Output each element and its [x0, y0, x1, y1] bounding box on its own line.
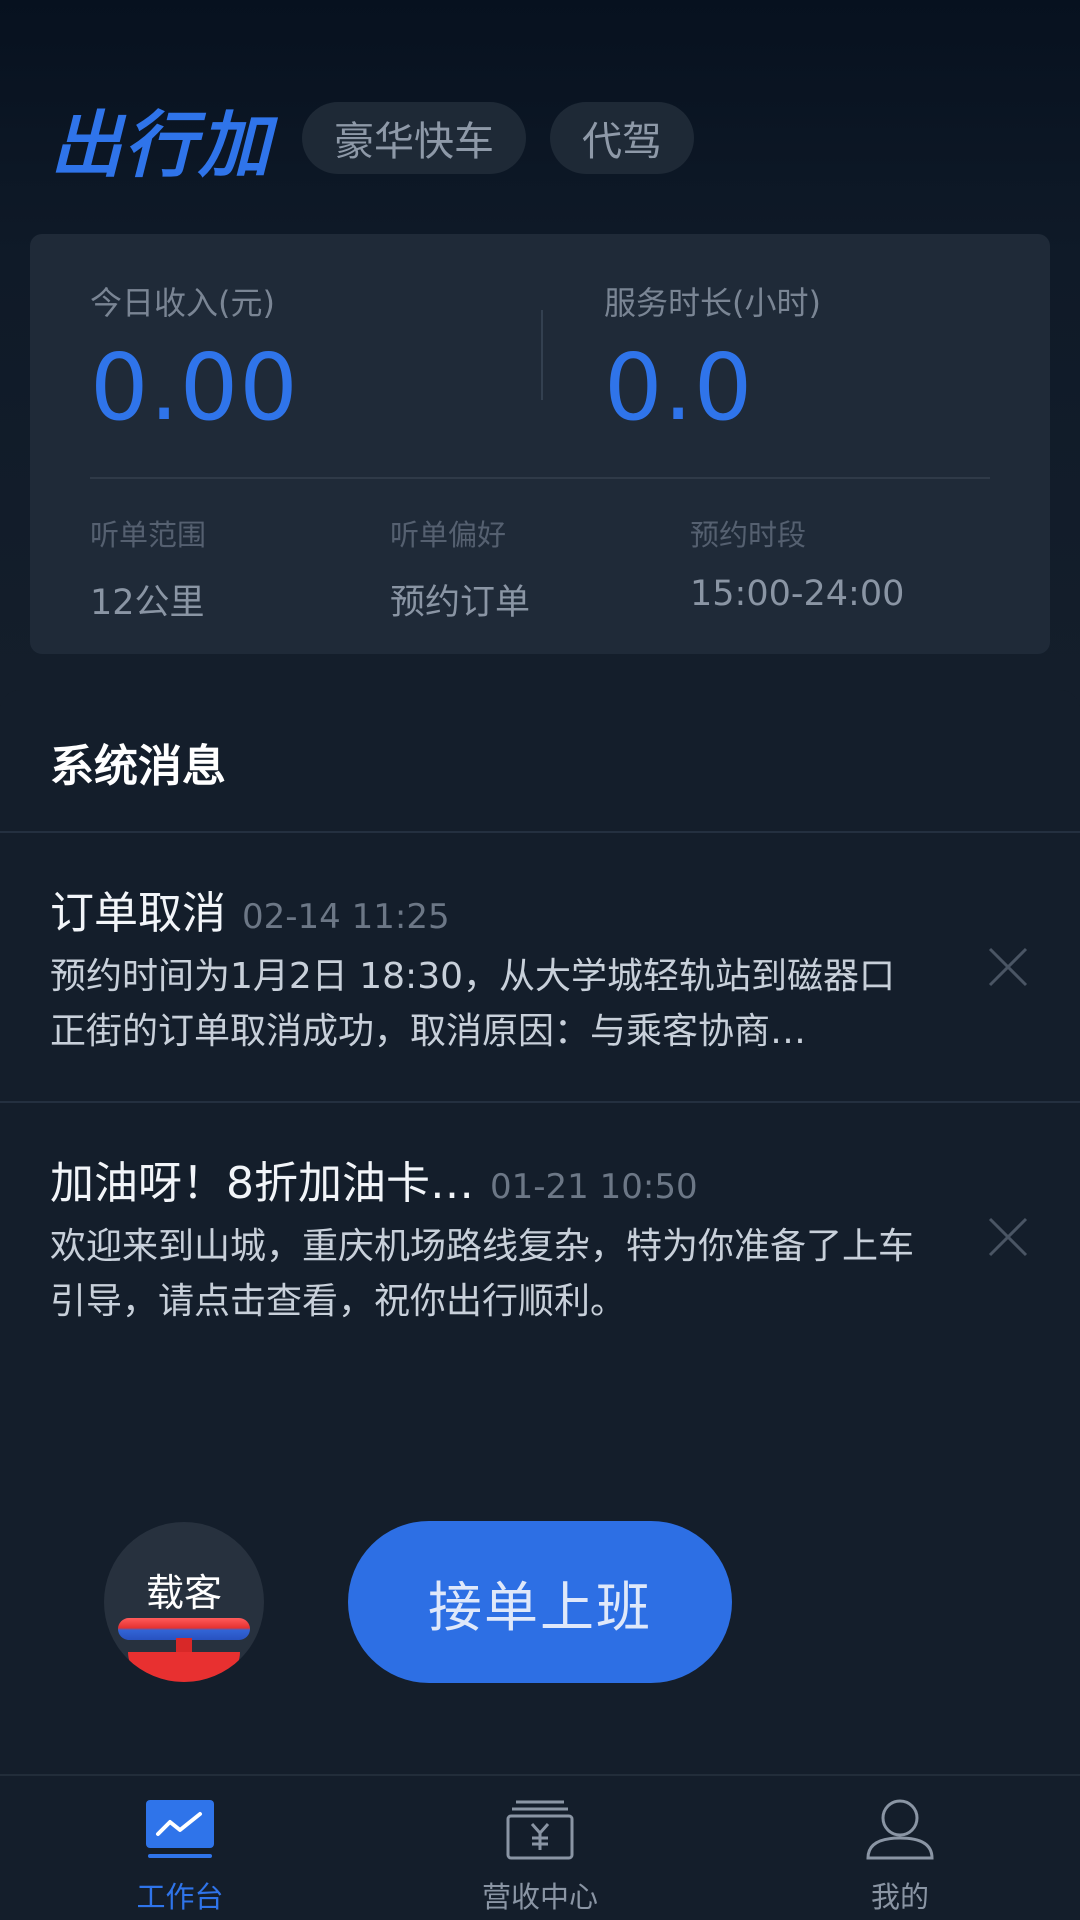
income-value: 0.00 [90, 334, 299, 441]
message-item[interactable]: 订单取消 02-14 11:25 预约时间为1月2日 18:30，从大学城轻轨站到… [0, 833, 1080, 1101]
message-body: 预约时间为1月2日 18:30，从大学城轻轨站到磁器口正街的订单取消成功，取消原… [50, 956, 895, 1052]
pref-time-slot-value: 15:00-24:00 [690, 574, 905, 614]
pref-range-label: 听单范围 [90, 518, 207, 552]
income-label: 今日收入(元) [90, 284, 275, 322]
pref-order-type-label: 听单偏好 [390, 518, 507, 552]
pref-time-slot[interactable]: 预约时段 15:00-24:00 [690, 512, 904, 614]
stat-divider [541, 310, 543, 400]
tab-revenue-label: 营收中心 [481, 1880, 598, 1914]
message-title-row: 订单取消 02-14 11:25 [50, 877, 450, 941]
message-time: 02-14 11:25 [242, 897, 450, 937]
carry-passenger-button[interactable]: 载客 [104, 1522, 264, 1682]
message-time: 01-21 10:50 [490, 1167, 698, 1207]
tab-dashboard[interactable]: 工作台 [60, 1776, 300, 1920]
service-chip-luxury[interactable]: 豪华快车 [302, 102, 527, 174]
message-body: 欢迎来到山城，重庆机场路线复杂，特为你准备了上车引导，请点击查看，祝你出行顺利。 [50, 1226, 915, 1322]
screen: 出行加 豪华快车 代驾 今日收入(元) 0.00 服务时长(小时) 0.0 听单… [0, 0, 1080, 1920]
close-icon[interactable] [984, 1213, 1032, 1261]
stats-card[interactable]: 今日收入(元) 0.00 服务时长(小时) 0.0 听单范围 12公里 听单偏好… [30, 234, 1050, 654]
duration-value: 0.0 [604, 334, 754, 441]
header: 出行加 豪华快车 代驾 [50, 100, 718, 187]
message-title: 订单取消 [50, 888, 226, 939]
start-work-button[interactable]: 接单上班 [348, 1521, 732, 1683]
message-title-row: 加油呀！8折加油卡… 01-21 10:50 [50, 1147, 698, 1211]
revenue-icon [506, 1800, 574, 1860]
pref-order-type-value: 预约订单 [390, 583, 531, 623]
pref-order-type[interactable]: 听单偏好 预约订单 [390, 512, 530, 625]
service-chip-designated-driver[interactable]: 代驾 [550, 102, 695, 174]
pref-time-slot-label: 预约时段 [690, 518, 807, 552]
message-item[interactable]: 加油呀！8折加油卡… 01-21 10:50 欢迎来到山城，重庆机场路线复杂，特为… [0, 1103, 1080, 1371]
messages-title: 系统消息 [50, 741, 226, 792]
dashboard-icon [146, 1800, 214, 1858]
pref-range-value: 12公里 [90, 583, 205, 623]
seat-icon [118, 1618, 250, 1640]
carry-label: 载客 [145, 1571, 222, 1615]
app-logo: 出行加 [50, 102, 273, 187]
tab-revenue[interactable]: 营收中心 [420, 1776, 660, 1920]
tab-profile-label: 我的 [870, 1880, 929, 1914]
tab-profile[interactable]: 我的 [780, 1776, 1020, 1920]
close-icon[interactable] [984, 943, 1032, 991]
seat-icon-base [128, 1652, 240, 1682]
profile-icon [866, 1799, 934, 1860]
message-title: 加油呀！8折加油卡… [50, 1158, 474, 1209]
pref-range[interactable]: 听单范围 12公里 [90, 512, 206, 625]
tab-bar: 工作台 营收中心 我的 [0, 1774, 1080, 1920]
duration-label: 服务时长(小时) [604, 284, 821, 322]
card-divider [90, 477, 990, 479]
tab-dashboard-label: 工作台 [136, 1880, 224, 1914]
duration-stat: 服务时长(小时) 0.0 [604, 278, 821, 441]
income-stat: 今日收入(元) 0.00 [90, 278, 299, 441]
